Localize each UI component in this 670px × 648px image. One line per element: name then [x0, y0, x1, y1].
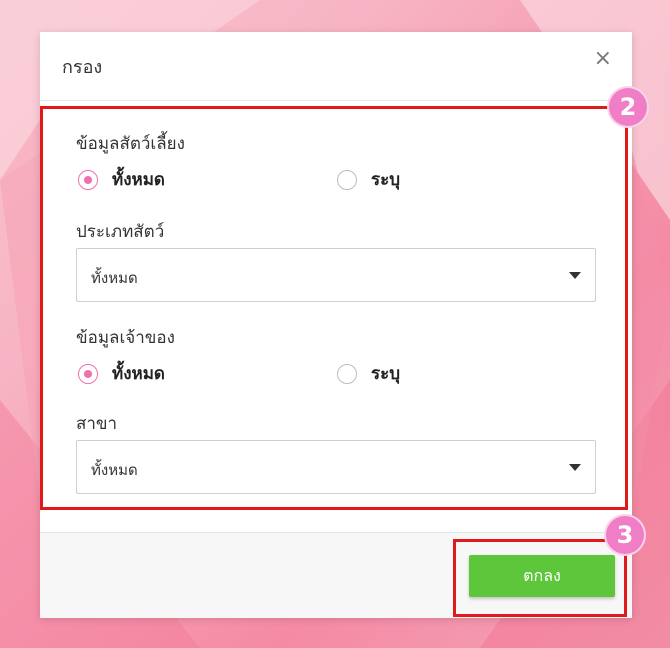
pet-info-label: ข้อมูลสัตว์เลี้ยง: [76, 134, 185, 154]
pet-info-radio-all[interactable]: ทั้งหมด: [78, 166, 165, 193]
caret-down-icon: [569, 464, 581, 471]
pet-type-select[interactable]: ทั้งหมด: [76, 248, 596, 302]
branch-label: สาขา: [76, 414, 118, 434]
dialog-title: กรอง: [62, 57, 103, 78]
radio-unchecked-icon: [337, 363, 357, 384]
branch-value: ทั้งหมด: [91, 461, 138, 479]
radio-checked-icon: [78, 169, 98, 190]
caret-down-icon: [569, 272, 581, 279]
dialog-header: กรอง ×: [40, 32, 632, 101]
pet-type-value: ทั้งหมด: [91, 269, 138, 287]
ok-button[interactable]: ตกลง: [469, 555, 615, 597]
pet-info-radio-specify[interactable]: ระบุ: [337, 166, 400, 193]
owner-info-label: ข้อมูลเจ้าของ: [76, 328, 175, 348]
radio-unchecked-icon: [337, 169, 357, 190]
filter-dialog: กรอง × ข้อมูลสัตว์เลี้ยง ทั้งหมด ระบุ ปร…: [40, 32, 632, 618]
owner-info-radio-specify[interactable]: ระบุ: [337, 360, 400, 387]
radio-checked-icon: [78, 363, 98, 384]
pet-type-label: ประเภทสัตว์: [76, 222, 165, 242]
owner-info-radio-all[interactable]: ทั้งหมด: [78, 360, 165, 387]
step-badge-2: 2: [609, 88, 647, 126]
close-icon[interactable]: ×: [594, 48, 612, 70]
branch-select[interactable]: ทั้งหมด: [76, 440, 596, 494]
step-badge-3: 3: [606, 516, 644, 554]
